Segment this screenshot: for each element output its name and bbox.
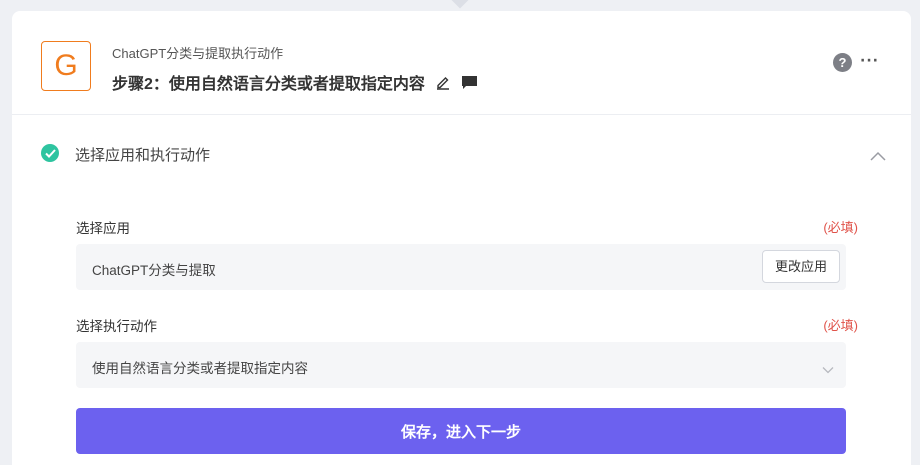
action-select[interactable]: 使用自然语言分类或者提取指定内容 [76, 342, 846, 388]
help-icon[interactable]: ? [833, 53, 853, 72]
top-connector-notch [451, 0, 469, 9]
chevron-up-icon[interactable] [870, 146, 886, 165]
section-header[interactable]: 选择应用和执行动作 [12, 115, 911, 191]
action-field-label: 选择执行动作 [76, 319, 157, 334]
header-actions: ? ··· [833, 53, 879, 72]
app-logo: G [41, 41, 91, 91]
chevron-down-icon [822, 359, 834, 378]
action-select-value: 使用自然语言分类或者提取指定内容 [92, 361, 308, 376]
step-title-row: 步骤2：使用自然语言分类或者提取指定内容 [112, 70, 478, 94]
action-field-required: (必填) [823, 318, 858, 333]
comment-icon[interactable] [461, 74, 478, 90]
more-options-icon[interactable]: ··· [860, 53, 879, 69]
app-field-value: ChatGPT分类与提取 [92, 263, 216, 278]
change-app-button[interactable]: 更改应用 [761, 250, 840, 283]
app-field-label: 选择应用 [76, 221, 130, 236]
app-name: ChatGPT分类与提取执行动作 [112, 46, 284, 61]
save-next-button[interactable]: 保存，进入下一步 [76, 408, 846, 454]
check-circle-icon [41, 144, 59, 162]
step-card: G ChatGPT分类与提取执行动作 步骤2：使用自然语言分类或者提取指定内容 … [12, 11, 911, 465]
step-header: G ChatGPT分类与提取执行动作 步骤2：使用自然语言分类或者提取指定内容 … [12, 11, 911, 115]
edit-pencil-icon[interactable] [435, 74, 451, 90]
step-title: 步骤2：使用自然语言分类或者提取指定内容 [112, 76, 425, 93]
app-field-required: (必填) [823, 220, 858, 235]
app-field: ChatGPT分类与提取 更改应用 [76, 244, 846, 290]
section-title: 选择应用和执行动作 [75, 147, 211, 164]
